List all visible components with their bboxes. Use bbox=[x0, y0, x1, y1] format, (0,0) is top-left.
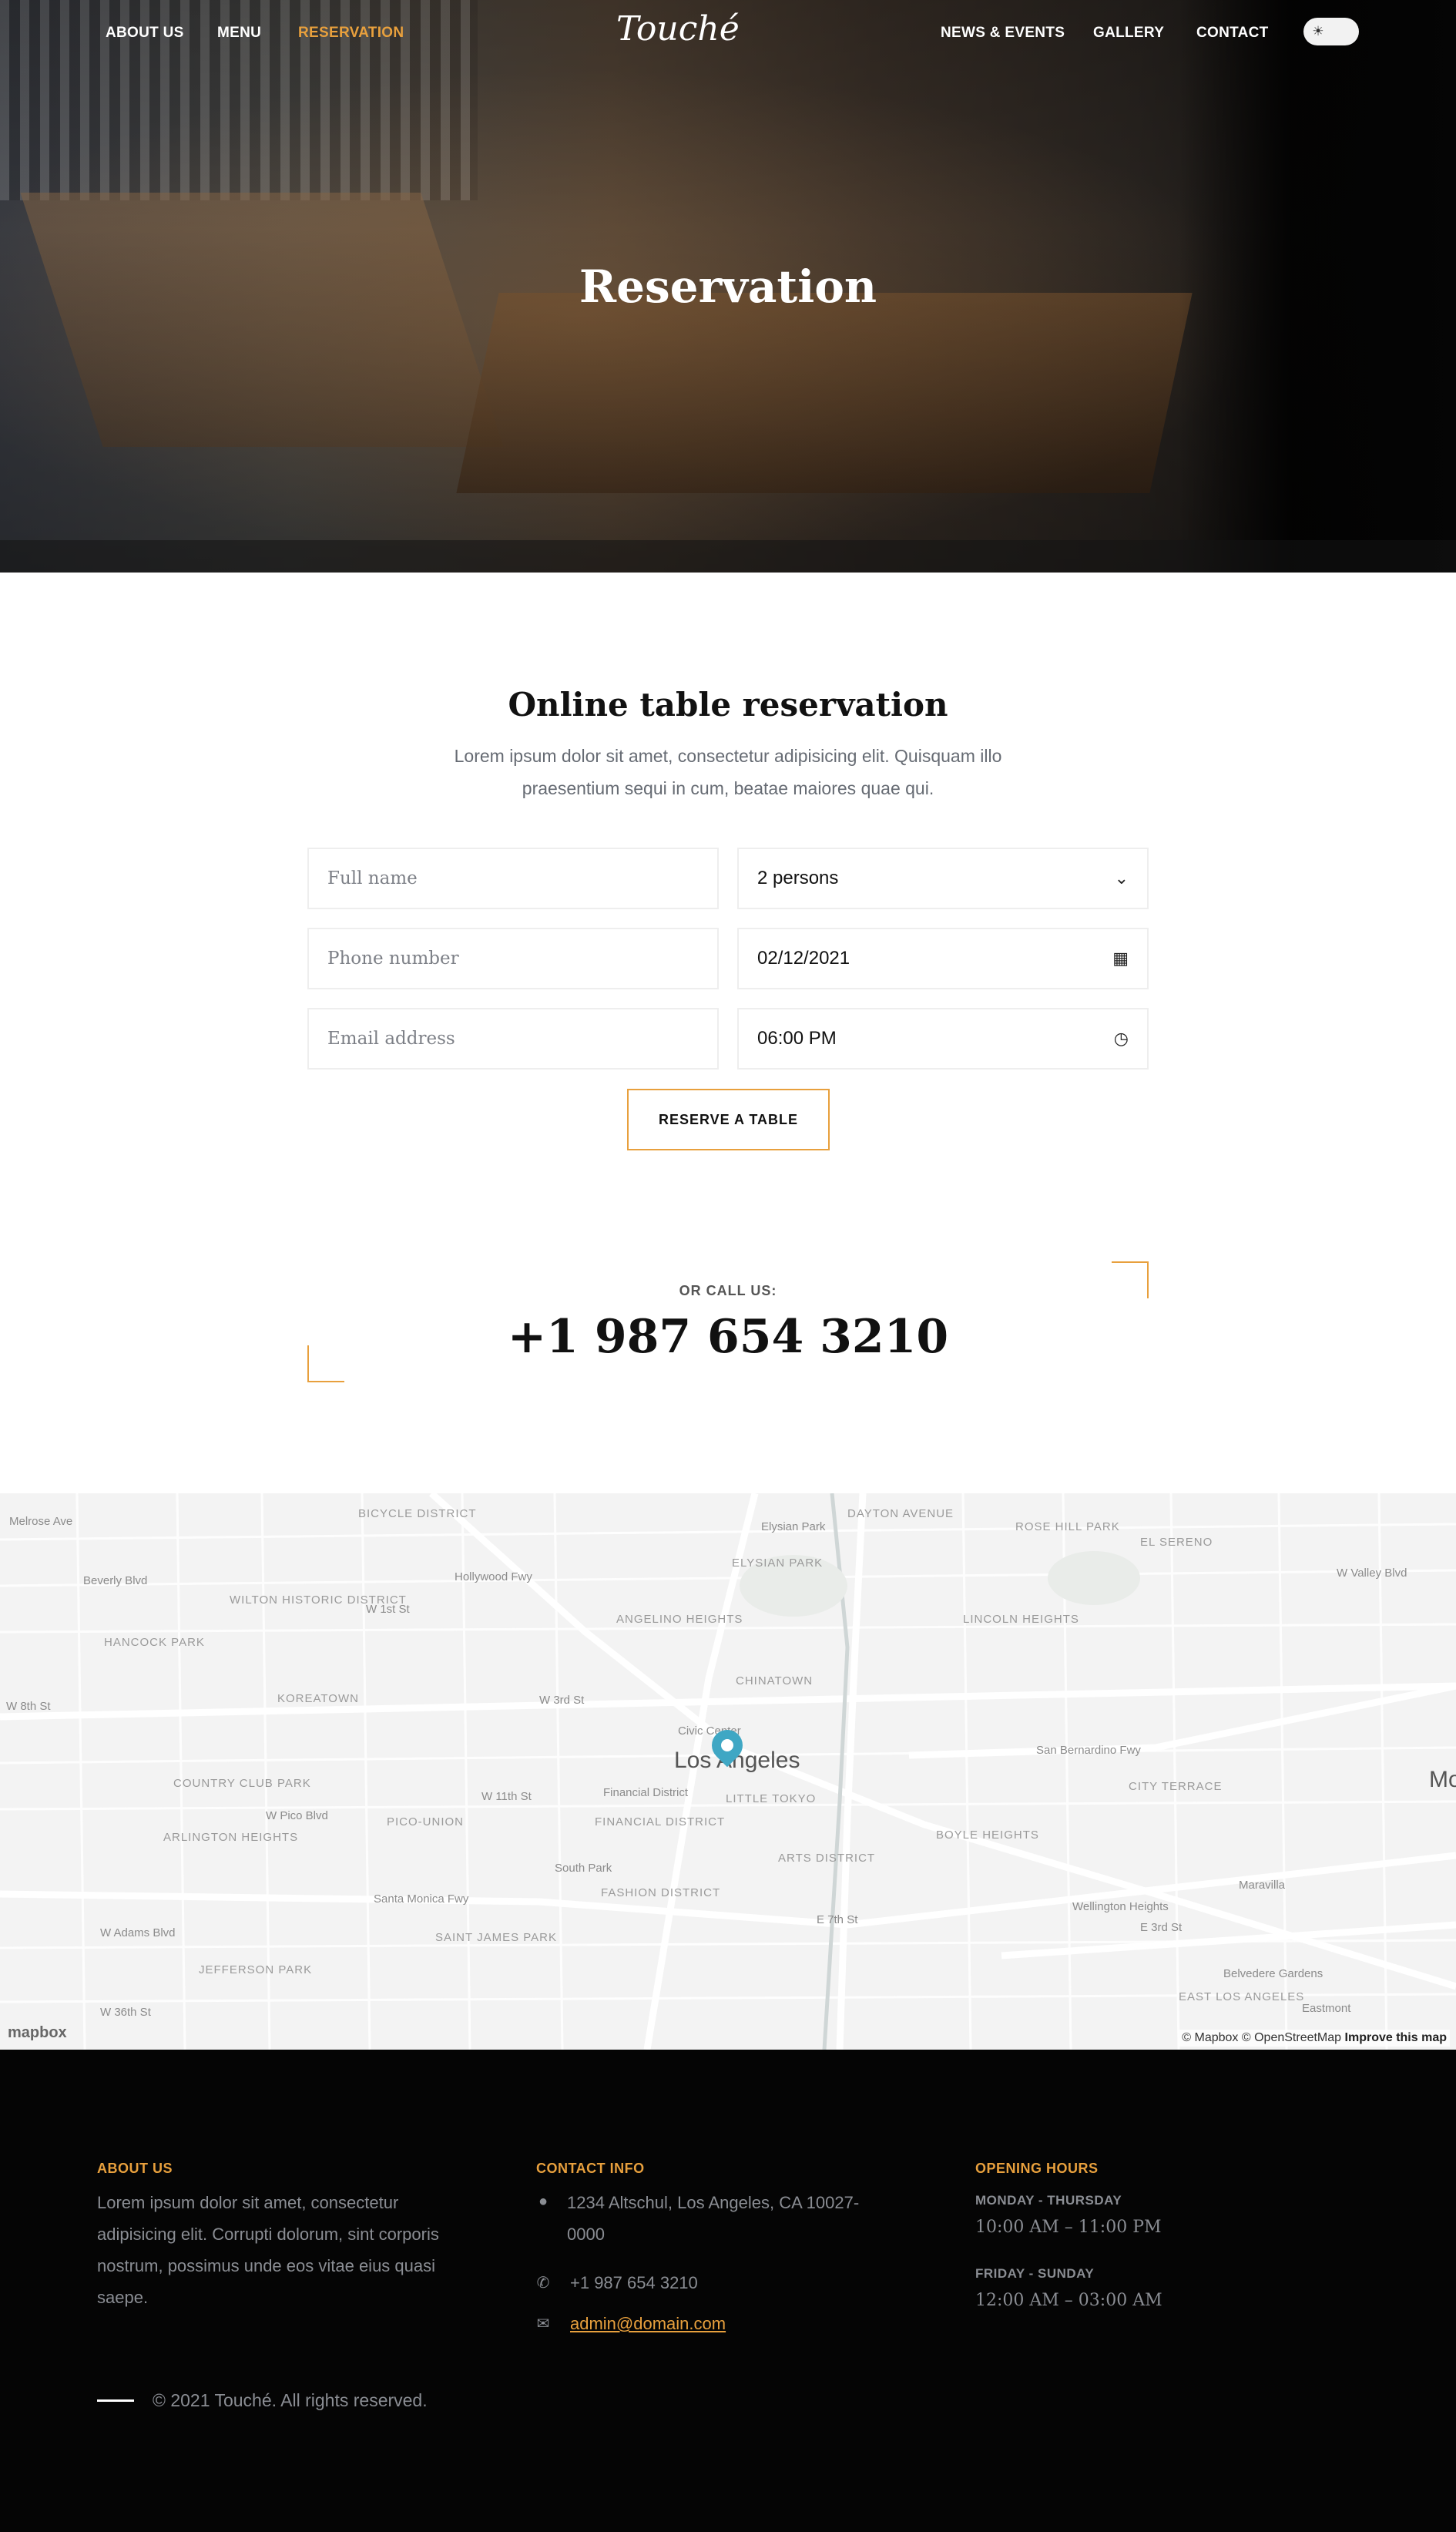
footer-divider bbox=[97, 2399, 134, 2402]
map-label: W 1st St bbox=[366, 1603, 410, 1616]
map-label: CITY TERRACE bbox=[1129, 1780, 1223, 1793]
map-label: Belvedere Gardens bbox=[1223, 1967, 1323, 1980]
map-label: San Bernardino Fwy bbox=[1036, 1744, 1141, 1757]
footer-about-text: Lorem ipsum dolor sit amet, consectetur … bbox=[97, 2193, 439, 2307]
theme-toggle[interactable]: ☀ bbox=[1303, 18, 1359, 45]
weekend-hours: 12:00 AM – 03:00 AM bbox=[975, 2291, 1162, 2310]
location-map[interactable]: Melrose Ave Beverly Blvd WILTON HISTORIC… bbox=[0, 1493, 1456, 2050]
map-label: LINCOLN HEIGHTS bbox=[963, 1613, 1079, 1626]
footer-about-title: ABOUT US bbox=[97, 2161, 173, 2176]
map-label: W Valley Blvd bbox=[1337, 1567, 1407, 1580]
map-label: ARTS DISTRICT bbox=[778, 1852, 876, 1865]
map-label: EL SERENO bbox=[1140, 1536, 1213, 1549]
reserve-table-button[interactable]: RESERVE A TABLE bbox=[627, 1089, 830, 1150]
map-label: HANCOCK PARK bbox=[104, 1636, 205, 1649]
map-label: ROSE HILL PARK bbox=[1015, 1520, 1120, 1533]
reservation-description: Lorem ipsum dolor sit amet, consectetur … bbox=[454, 746, 1002, 798]
nav-contact[interactable]: CONTACT bbox=[1196, 25, 1269, 42]
main-nav: ABOUT US MENU RESERVATION Touché NEWS & … bbox=[0, 0, 1456, 65]
nav-menu[interactable]: MENU bbox=[217, 25, 261, 42]
map-label: Hollywood Fwy bbox=[455, 1570, 532, 1583]
weekday-hours: 10:00 AM – 11:00 PM bbox=[975, 2218, 1162, 2237]
map-label: CHINATOWN bbox=[736, 1674, 814, 1687]
footer-phone[interactable]: +1 987 654 3210 bbox=[570, 2267, 698, 2299]
map-label: W Pico Blvd bbox=[266, 1809, 328, 1822]
map-label: BICYCLE DISTRICT bbox=[358, 1507, 477, 1520]
copyright: © 2021 Touché. All rights reserved. bbox=[153, 2390, 428, 2410]
footer-email[interactable]: admin@domain.com bbox=[570, 2308, 726, 2339]
clock-icon: ◷ bbox=[1113, 1029, 1129, 1048]
map-label: W 8th St bbox=[6, 1700, 51, 1713]
map-label: ELYSIAN PARK bbox=[732, 1556, 824, 1570]
date-input[interactable]: 02/12/2021 ▦ bbox=[737, 928, 1149, 989]
weekday-label: MONDAY - THURSDAY bbox=[975, 2193, 1122, 2208]
site-footer: ABOUT US Lorem ipsum dolor sit amet, con… bbox=[0, 2050, 1456, 2532]
page-title: Reservation bbox=[579, 260, 877, 313]
call-phone-number[interactable]: +1 987 654 3210 bbox=[0, 1310, 1456, 1364]
hero-bottom-strip bbox=[0, 540, 1456, 573]
map-label: LITTLE TOKYO bbox=[726, 1792, 817, 1805]
phone-icon: ✆ bbox=[536, 2275, 550, 2292]
weekend-label: FRIDAY - SUNDAY bbox=[975, 2266, 1095, 2281]
footer-address: 1234 Altschul, Los Angeles, CA 10027-000… bbox=[567, 2193, 860, 2244]
improve-map-link[interactable]: Improve this map bbox=[1345, 2031, 1447, 2044]
map-label: SAINT JAMES PARK bbox=[435, 1931, 557, 1944]
time-input[interactable]: 06:00 PM ◷ bbox=[737, 1008, 1149, 1070]
persons-select[interactable]: 2 persons ⌄ bbox=[737, 848, 1149, 909]
map-label: FINANCIAL DISTRICT bbox=[595, 1815, 726, 1828]
map-label: ANGELINO HEIGHTS bbox=[616, 1613, 743, 1626]
email-input[interactable]: Email address bbox=[307, 1008, 719, 1070]
map-label: Wellington Heights bbox=[1072, 1900, 1169, 1913]
map-label: JEFFERSON PARK bbox=[199, 1963, 313, 1976]
map-label: Eastmont bbox=[1302, 2002, 1351, 2015]
map-label: South Park bbox=[555, 1862, 612, 1875]
map-label: BOYLE HEIGHTS bbox=[936, 1828, 1039, 1842]
hero-banner: ABOUT US MENU RESERVATION Touché NEWS & … bbox=[0, 0, 1456, 573]
footer-email-link[interactable]: admin@domain.com bbox=[570, 2314, 726, 2333]
full-name-input[interactable]: Full name bbox=[307, 848, 719, 909]
map-label: FASHION DISTRICT bbox=[601, 1886, 721, 1899]
map-label: Maravilla bbox=[1239, 1879, 1286, 1892]
map-label: Mo bbox=[1429, 1767, 1456, 1792]
map-label: E 7th St bbox=[817, 1913, 858, 1926]
site-logo[interactable]: Touché bbox=[616, 9, 740, 49]
map-label: Elysian Park bbox=[761, 1520, 826, 1533]
decor-corner-bottom-left bbox=[307, 1345, 344, 1382]
map-label: W 11th St bbox=[481, 1790, 532, 1803]
footer-contact-title: CONTACT INFO bbox=[536, 2161, 645, 2176]
map-label: Financial District bbox=[603, 1786, 689, 1799]
chevron-down-icon: ⌄ bbox=[1114, 868, 1129, 888]
map-label: KOREATOWN bbox=[277, 1692, 359, 1705]
map-label: Beverly Blvd bbox=[83, 1574, 148, 1587]
nav-news-events[interactable]: NEWS & EVENTS bbox=[941, 25, 1065, 42]
map-label: W 3rd St bbox=[539, 1694, 585, 1707]
map-marker-icon: ● bbox=[538, 2193, 549, 2210]
nav-gallery[interactable]: GALLERY bbox=[1093, 25, 1164, 42]
footer-hours-title: OPENING HOURS bbox=[975, 2161, 1099, 2176]
date-input-value: 02/12/2021 bbox=[757, 948, 850, 969]
reservation-title: Online table reservation bbox=[508, 686, 948, 724]
call-label: OR CALL US: bbox=[679, 1283, 777, 1298]
map-attribution[interactable]: © Mapbox © OpenStreetMap Improve this ma… bbox=[1179, 2030, 1450, 2047]
envelope-icon: ✉ bbox=[536, 2315, 550, 2332]
map-label: E 3rd St bbox=[1140, 1921, 1183, 1934]
nav-about-us[interactable]: ABOUT US bbox=[106, 25, 184, 42]
map-label: W Adams Blvd bbox=[100, 1926, 176, 1939]
map-label: Melrose Ave bbox=[9, 1515, 73, 1528]
phone-input[interactable]: Phone number bbox=[307, 928, 719, 989]
time-input-value: 06:00 PM bbox=[757, 1028, 837, 1049]
map-label: DAYTON AVENUE bbox=[847, 1507, 954, 1520]
map-label: Santa Monica Fwy bbox=[374, 1892, 469, 1906]
persons-select-value: 2 persons bbox=[757, 868, 839, 888]
map-label: PICO-UNION bbox=[387, 1815, 464, 1828]
mapbox-logo[interactable]: mapbox bbox=[8, 2024, 67, 2042]
map-attribution-text[interactable]: © Mapbox © OpenStreetMap bbox=[1182, 2031, 1341, 2044]
sun-icon: ☀ bbox=[1312, 24, 1324, 39]
map-label: COUNTRY CLUB PARK bbox=[173, 1777, 311, 1790]
map-label: EAST LOS ANGELES bbox=[1179, 1990, 1305, 2003]
nav-reservation[interactable]: RESERVATION bbox=[298, 25, 404, 42]
calendar-icon: ▦ bbox=[1112, 949, 1129, 968]
map-label: W 36th St bbox=[100, 2006, 151, 2019]
map-label: ARLINGTON HEIGHTS bbox=[163, 1831, 299, 1844]
